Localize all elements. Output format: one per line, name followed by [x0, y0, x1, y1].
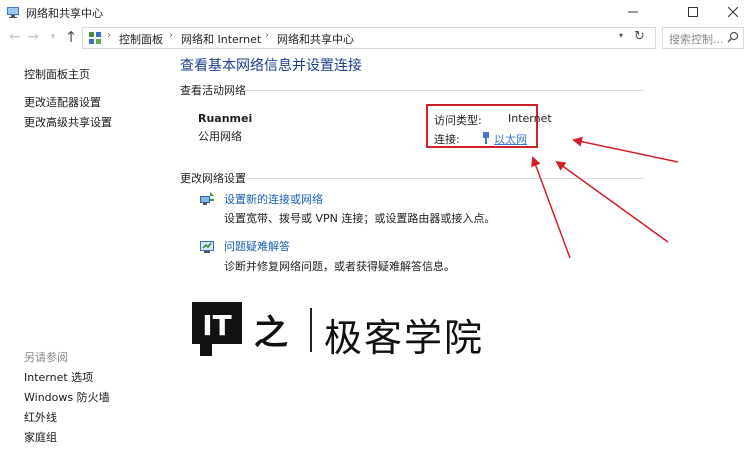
- main-content: 查看基本网络信息并设置连接 查看活动网络 Ruanmei 公用网络 访问类型: …: [152, 52, 750, 460]
- ethernet-icon: [483, 132, 489, 144]
- active-networks-heading: 查看活动网络: [180, 84, 246, 97]
- network-category[interactable]: 公用网络: [198, 128, 242, 144]
- breadcrumb-control-panel[interactable]: 控制面板: [119, 31, 163, 47]
- breadcrumb-network-sharing-center[interactable]: 网络和共享中心: [277, 31, 354, 47]
- access-type-label: 访问类型:: [434, 114, 482, 127]
- sidebar-link-change-advanced-sharing[interactable]: 更改高级共享设置: [24, 114, 112, 130]
- watermark-divider: [310, 308, 312, 352]
- svg-text:之: 之: [254, 313, 288, 353]
- control-panel-icon: [89, 32, 101, 44]
- see-also-homegroup[interactable]: 家庭组: [24, 429, 57, 445]
- see-also-windows-firewall[interactable]: Windows 防火墙: [24, 389, 110, 405]
- ithome-logo: IT: [192, 302, 242, 356]
- watermark: IT 之 极客学院: [192, 302, 532, 362]
- close-icon[interactable]: [716, 0, 750, 24]
- breadcrumb-separator-icon[interactable]: ›: [169, 30, 173, 41]
- back-arrow-icon[interactable]: ←: [6, 28, 24, 46]
- network-name: Ruanmei: [198, 112, 253, 125]
- watermark-text: 极客学院: [324, 316, 485, 360]
- connections-label: 连接:: [434, 133, 460, 146]
- section-divider: [244, 90, 644, 91]
- up-arrow-icon[interactable]: ↑: [62, 28, 80, 46]
- breadcrumb-network-internet[interactable]: 网络和 Internet: [181, 31, 261, 47]
- ethernet-connection-link[interactable]: 以太网: [494, 131, 527, 147]
- address-dropdown-icon[interactable]: ▾: [619, 31, 623, 40]
- refresh-icon[interactable]: ↻: [634, 29, 645, 44]
- section-divider: [244, 178, 644, 179]
- address-bar-row: ← → ▾ ↑ › 控制面板 › 网络和 Internet › 网络和共享中心 …: [0, 24, 750, 52]
- recent-locations-chevron-icon[interactable]: ▾: [44, 28, 62, 46]
- network-setup-icon: [200, 192, 214, 205]
- troubleshoot-icon: [200, 241, 214, 253]
- forward-arrow-icon[interactable]: →: [24, 28, 42, 46]
- search-input[interactable]: 搜索控制...: [662, 27, 744, 49]
- maximize-icon[interactable]: [676, 0, 710, 24]
- search-icon[interactable]: [727, 31, 739, 45]
- page-title: 查看基本网络信息并设置连接: [180, 58, 362, 74]
- ithome-logo-characters: 之: [254, 313, 288, 353]
- breadcrumb-separator-icon[interactable]: ›: [265, 30, 269, 41]
- breadcrumb-separator-icon: ›: [107, 30, 111, 41]
- network-center-icon: [7, 7, 19, 18]
- window-title: 网络和共享中心: [26, 7, 103, 20]
- sidebar-link-control-panel-home[interactable]: 控制面板主页: [24, 66, 90, 82]
- access-type-value: Internet: [508, 112, 552, 125]
- minimize-icon[interactable]: [616, 0, 650, 24]
- svg-text:IT: IT: [202, 309, 232, 342]
- search-placeholder: 搜索控制...: [669, 33, 724, 46]
- see-also-internet-options[interactable]: Internet 选项: [24, 369, 93, 385]
- troubleshoot-link[interactable]: 问题疑难解答: [224, 238, 290, 254]
- address-field[interactable]: › 控制面板 › 网络和 Internet › 网络和共享中心 ▾ ↻: [82, 27, 656, 49]
- see-also-heading: 另请参阅: [24, 351, 68, 364]
- sidebar-link-change-adapter-settings[interactable]: 更改适配器设置: [24, 94, 101, 110]
- see-also-infrared[interactable]: 红外线: [24, 409, 57, 425]
- change-settings-heading: 更改网络设置: [180, 172, 246, 185]
- setup-new-connection-link[interactable]: 设置新的连接或网络: [224, 191, 323, 207]
- troubleshoot-description: 诊断并修复网络问题，或者获得疑难解答信息。: [224, 260, 455, 273]
- setup-new-connection-description: 设置宽带、拨号或 VPN 连接；或设置路由器或接入点。: [224, 212, 496, 225]
- title-bar: 网络和共享中心: [0, 0, 750, 24]
- left-navigation-pane: 控制面板主页 更改适配器设置 更改高级共享设置 另请参阅 Internet 选项…: [0, 52, 152, 460]
